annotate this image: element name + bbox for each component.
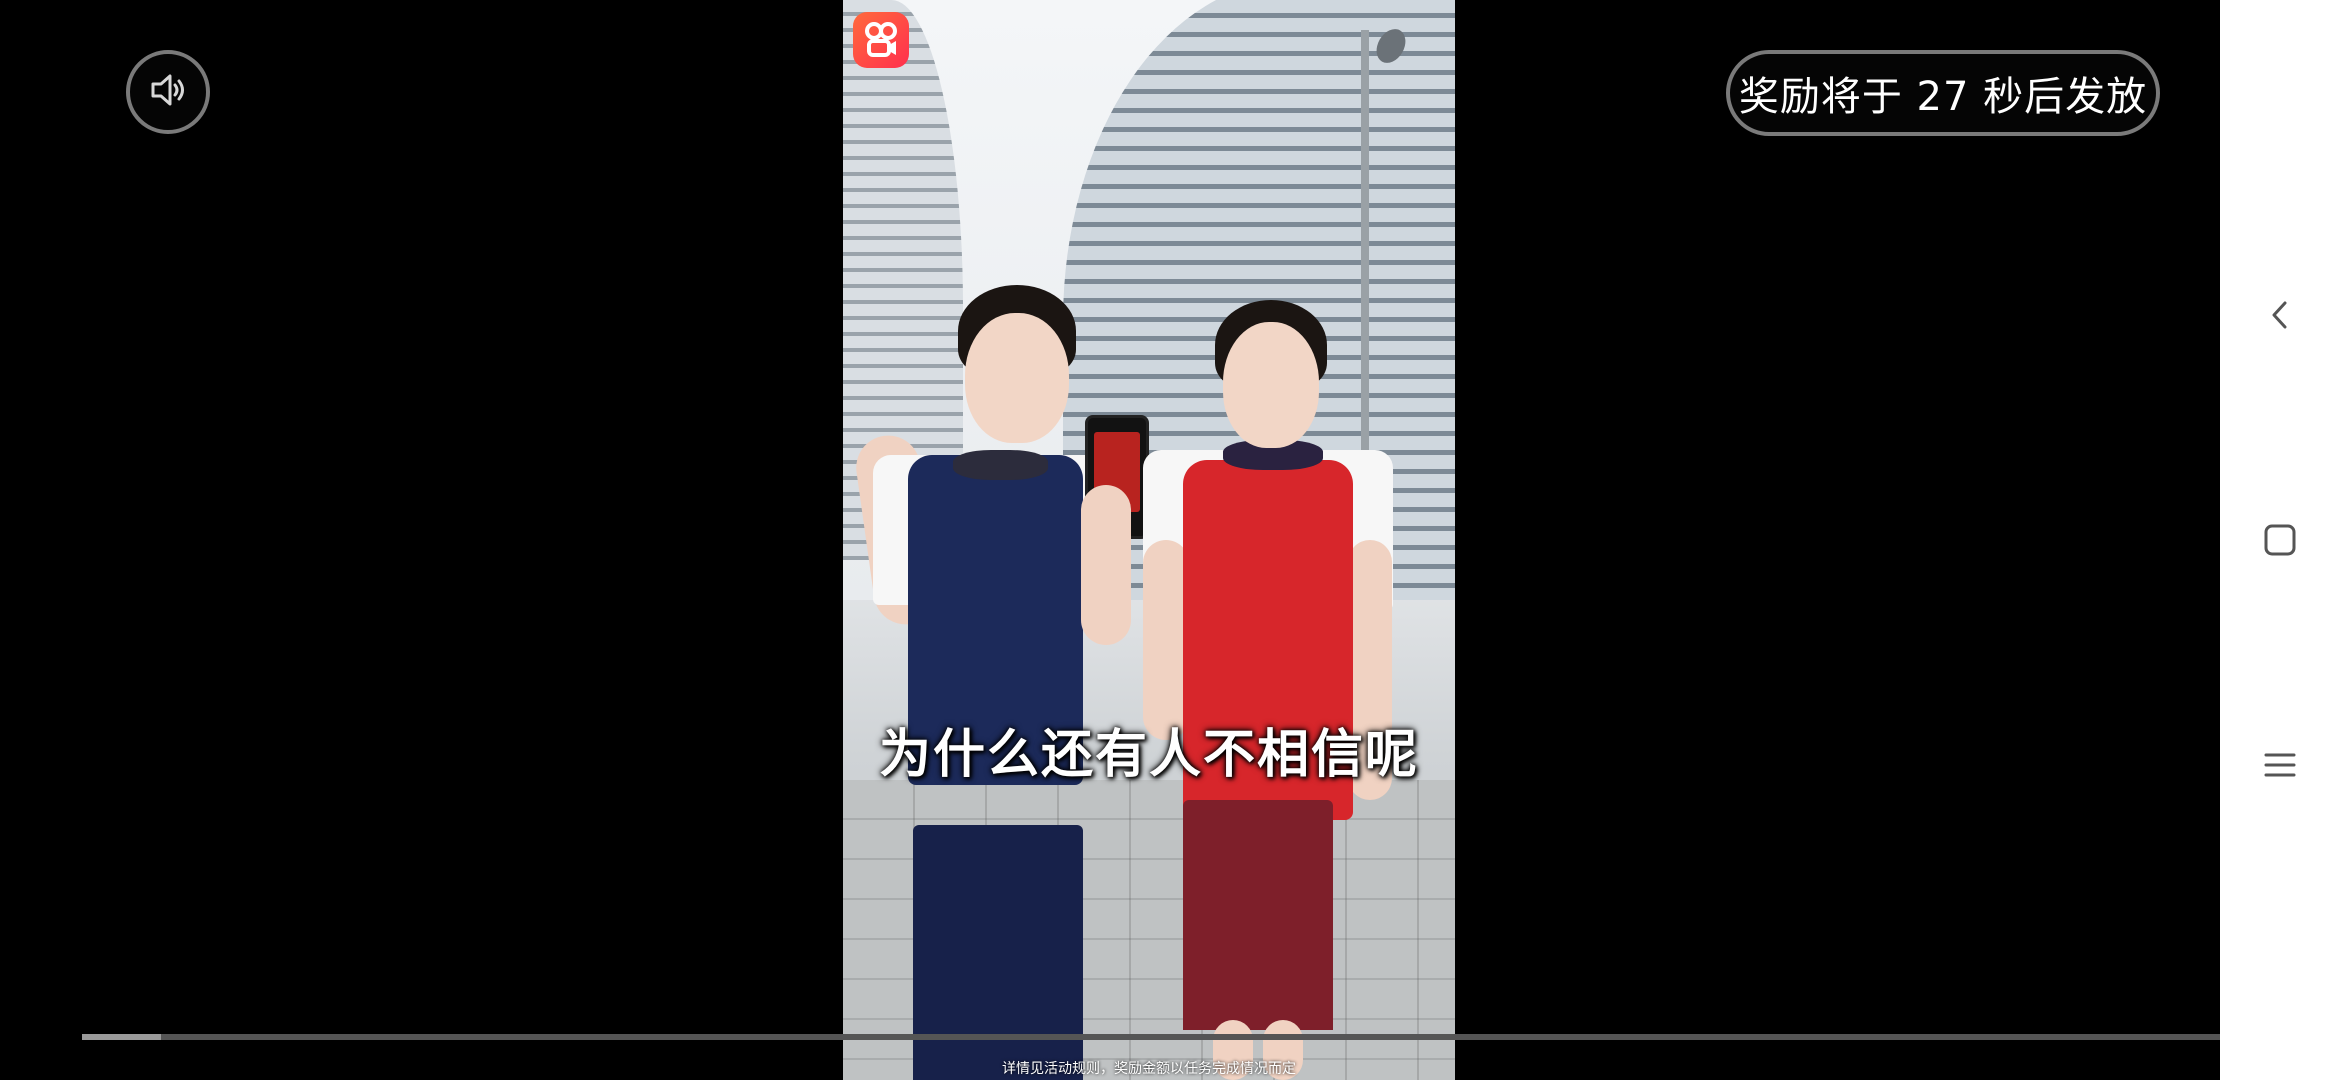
arm [1081,485,1131,645]
video-player[interactable]: 为什么还有人不相信呢 详情见活动规则，奖励金额以任务完成情况而定 奖励将于 27… [0,0,2220,1080]
video-progress-fill [82,1034,162,1040]
disclaimer-text: 详情见活动规则，奖励金额以任务完成情况而定 [1002,1061,1296,1077]
recents-button[interactable] [2220,722,2340,812]
face [1223,322,1319,448]
home-icon [2260,520,2300,564]
reward-countdown-badge: 奖励将于 27 秒后发放 [1726,50,2160,136]
face [965,313,1069,443]
volume-icon [145,67,191,117]
back-icon [2265,295,2295,339]
person-navy-uniform [852,285,1149,1080]
back-button[interactable] [2220,272,2340,362]
person-red-uniform [1143,300,1393,1080]
home-button[interactable] [2220,497,2340,587]
sound-toggle-button[interactable] [126,50,210,134]
video-caption: 为什么还有人不相信呢 [878,725,1419,785]
system-navigation-bar [2220,0,2340,1080]
video-progress-bar[interactable] [82,1034,2220,1040]
kuaishou-logo-icon [853,12,909,68]
scarf [953,450,1048,480]
burgundy-skirt [1183,800,1333,1030]
recents-icon [2260,745,2300,789]
reward-countdown-text: 奖励将于 27 秒后发放 [1738,74,2148,120]
video-frame[interactable]: 为什么还有人不相信呢 详情见活动规则，奖励金额以任务完成情况而定 [843,0,1455,1080]
navy-skirt [913,825,1083,1080]
